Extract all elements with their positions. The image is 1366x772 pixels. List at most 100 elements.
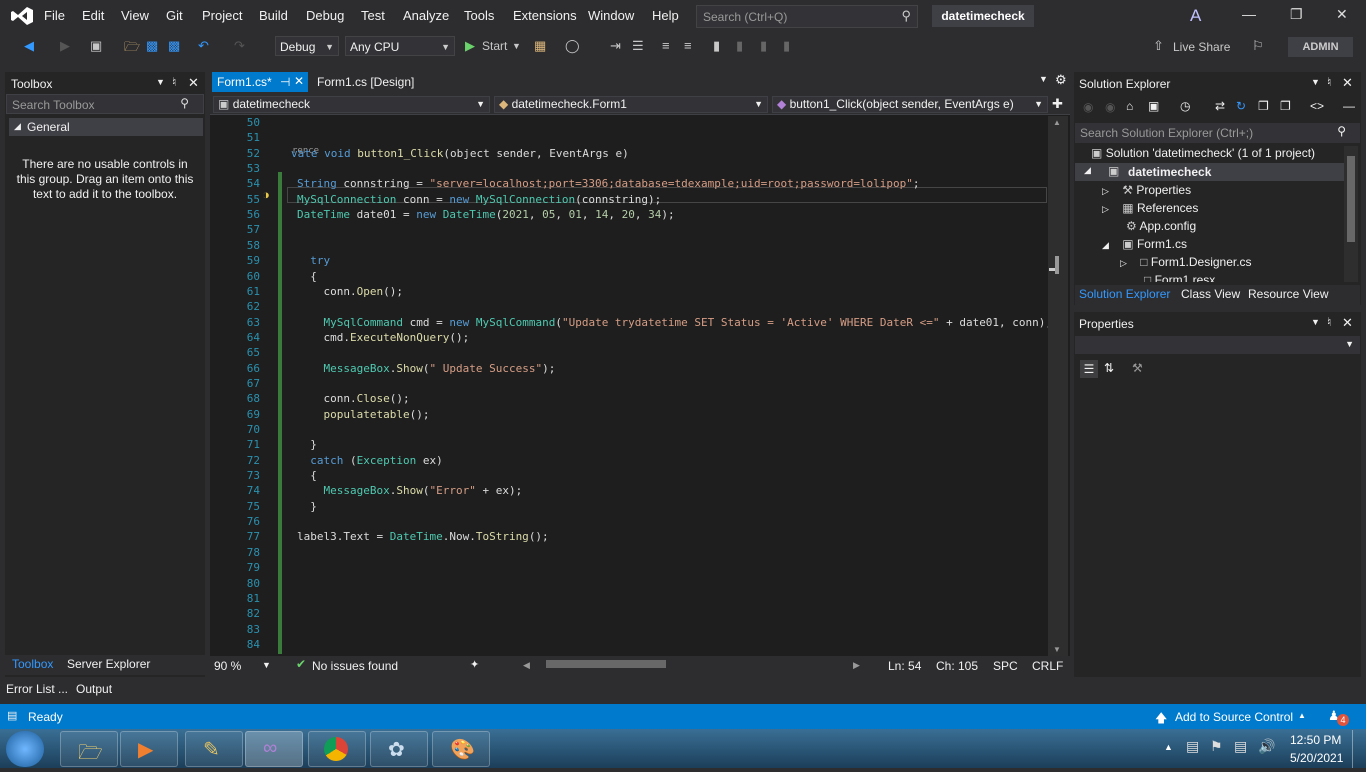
pin-icon[interactable]: ♮ (1327, 315, 1331, 329)
code-line[interactable]: vate void button1_Click(object sender, E… (291, 147, 629, 160)
taskbar-app[interactable]: ✎ (185, 731, 243, 767)
code-line[interactable]: MessageBox.Show(" Update Success"); (297, 362, 556, 375)
tree-item-project[interactable]: ◢ ▣ datetimecheck (1075, 163, 1345, 181)
code-line[interactable]: } (297, 500, 317, 513)
scroll-up-icon[interactable]: ▲ (1053, 118, 1061, 127)
tree-item-app-config[interactable]: ⚙ App.config (1126, 219, 1196, 233)
tree-item-solution[interactable]: ▣ Solution 'datetimecheck' (1 of 1 proje… (1091, 146, 1315, 160)
sync-icon[interactable]: ⇄ (1215, 99, 1225, 113)
chevron-down-icon[interactable]: ▼ (512, 41, 521, 51)
undo-icon[interactable]: ↶ (198, 38, 209, 54)
configuration-select[interactable]: Debug ▼ (275, 36, 339, 56)
indent-icon[interactable]: ≡ (684, 38, 692, 53)
bookmark-icon[interactable]: ▮ (713, 38, 720, 54)
taskbar-media[interactable]: ▶ (120, 731, 178, 767)
live-share-icon[interactable]: ⇧ (1153, 38, 1164, 54)
start-button[interactable]: Start (482, 39, 507, 53)
platform-select[interactable]: Any CPU ▼ (345, 36, 455, 56)
tree-scroll-thumb[interactable] (1347, 156, 1355, 242)
network-icon[interactable]: ▤ (1234, 738, 1247, 755)
tree-item-form1-resx[interactable]: □ Form1.resx (1144, 273, 1215, 282)
solution-search-input[interactable]: Search Solution Explorer (Ctrl+;) ⚲ (1075, 123, 1360, 143)
alphabetical-icon[interactable]: ⇅ (1104, 361, 1114, 375)
tree-item-properties[interactable]: ▷ ⚒ Properties (1102, 183, 1191, 197)
live-share-button[interactable]: Live Share (1173, 40, 1230, 54)
refresh-icon[interactable]: ↻ (1236, 99, 1246, 113)
gear-icon[interactable]: ⚙ (1055, 72, 1067, 88)
indent-mode[interactable]: SPC (993, 659, 1018, 673)
pin-icon[interactable]: ♮ (1327, 75, 1331, 89)
add-to-source-control-button[interactable]: Add to Source Control (1175, 710, 1293, 724)
menu-build[interactable]: Build (259, 8, 288, 23)
issues-indicator[interactable]: No issues found (312, 659, 398, 673)
code-line[interactable]: String connstring = "server=localhost;po… (297, 177, 920, 190)
member-dropdown[interactable]: ◆ button1_Click(object sender, EventArgs… (772, 96, 1048, 113)
menu-view[interactable]: View (121, 8, 149, 23)
search-input[interactable]: Search (Ctrl+Q) ⚲ (696, 5, 918, 28)
zoom-level[interactable]: 90 % (214, 659, 241, 673)
menu-project[interactable]: Project (202, 8, 242, 23)
clock-time[interactable]: 12:50 PM (1290, 733, 1341, 747)
code-line[interactable]: try (297, 254, 330, 267)
pin-icon[interactable]: ⊣ (280, 75, 290, 89)
dropdown-icon[interactable]: ▼ (1311, 77, 1320, 87)
save-icon[interactable]: ▩ (146, 38, 158, 54)
code-line[interactable]: label3.Text = DateTime.Now.ToString(); (297, 530, 549, 543)
clock-date[interactable]: 5/20/2021 (1290, 751, 1343, 765)
tab-toolbox[interactable]: Toolbox (12, 657, 53, 671)
menu-analyze[interactable]: Analyze (403, 8, 449, 23)
code-line[interactable]: { (297, 469, 317, 482)
restore-icon[interactable]: ❐ (1290, 6, 1303, 23)
taskbar-chrome[interactable] (308, 731, 366, 767)
align-icon[interactable]: ≡ (662, 38, 670, 53)
toolbox-group-general[interactable]: ◢ General (9, 118, 203, 136)
vertical-scrollbar[interactable]: ▲ ▼ (1048, 116, 1068, 656)
start-orb-icon[interactable] (6, 731, 44, 767)
feedback-icon[interactable]: ⚐ (1252, 38, 1264, 54)
switch-views-icon[interactable]: ▣ (1148, 99, 1159, 113)
code-cleanup-icon[interactable]: ✦ (470, 658, 479, 671)
tab-server-explorer[interactable]: Server Explorer (67, 657, 150, 671)
dropdown-icon[interactable]: ▼ (156, 77, 165, 87)
code-line[interactable]: } (297, 438, 317, 451)
taskbar-visual-studio[interactable]: ∞ (245, 731, 303, 767)
menu-file[interactable]: File (44, 8, 65, 23)
open-folder-icon[interactable]: 🗁 (124, 38, 140, 60)
menu-debug[interactable]: Debug (306, 8, 344, 23)
pin-icon[interactable]: ♮ (172, 75, 176, 89)
start-icon[interactable]: ▶ (465, 38, 475, 54)
taskbar-paint[interactable]: 🎨 (432, 731, 490, 767)
tray-app-icon[interactable]: ▤ (1186, 738, 1199, 755)
tree-item-references[interactable]: ▷ ▦ References (1102, 201, 1198, 215)
tab-resource-view[interactable]: Resource View (1248, 287, 1328, 301)
code-view-icon[interactable]: <> (1310, 99, 1324, 113)
forward-icon[interactable]: ◉ (1105, 100, 1115, 114)
close-icon[interactable]: ✕ (294, 74, 304, 88)
class-dropdown[interactable]: ◆ datetimecheck.Form1 ▼ (494, 96, 768, 113)
bookmark-next-icon[interactable]: ▮ (760, 38, 767, 54)
menu-extensions[interactable]: Extensions (513, 8, 577, 23)
minimize-icon[interactable]: — (1242, 6, 1256, 22)
properties-object-select[interactable]: ▼ (1075, 336, 1360, 354)
tab-form1-cs[interactable]: Form1.cs* ⊣ ✕ (212, 72, 308, 92)
tree-item-form1-designer[interactable]: ▷ □ Form1.Designer.cs (1120, 255, 1252, 269)
bookmark-prev-icon[interactable]: ▮ (736, 38, 743, 54)
new-project-icon[interactable]: ▣ (90, 38, 102, 54)
screenshot-icon[interactable]: ◯ (565, 38, 580, 54)
property-pages-icon[interactable]: ⚒ (1132, 361, 1143, 375)
code-line[interactable]: DateTime date01 = new DateTime(2021, 05,… (297, 208, 675, 221)
split-icon[interactable]: ✚ (1052, 96, 1063, 112)
code-line[interactable]: { (297, 270, 317, 283)
volume-icon[interactable]: 🔊 (1258, 738, 1275, 755)
code-line[interactable]: MessageBox.Show("Error" + ex); (297, 484, 523, 497)
account-avatar[interactable]: A (1190, 6, 1210, 26)
toolbox-search-input[interactable]: Search Toolbox ⚲ (6, 94, 204, 114)
save-all-icon[interactable]: ▩ (168, 38, 180, 54)
list-icon[interactable]: ☰ (632, 38, 644, 54)
admin-badge[interactable]: ADMIN (1288, 37, 1353, 57)
menu-help[interactable]: Help (652, 8, 679, 23)
code-line[interactable]: MySqlCommand cmd = new MySqlCommand("Upd… (297, 316, 1053, 329)
step-icon[interactable]: ⇥ (610, 38, 621, 54)
menu-window[interactable]: Window (588, 8, 634, 23)
action-center-icon[interactable]: ⚑ (1210, 738, 1223, 755)
